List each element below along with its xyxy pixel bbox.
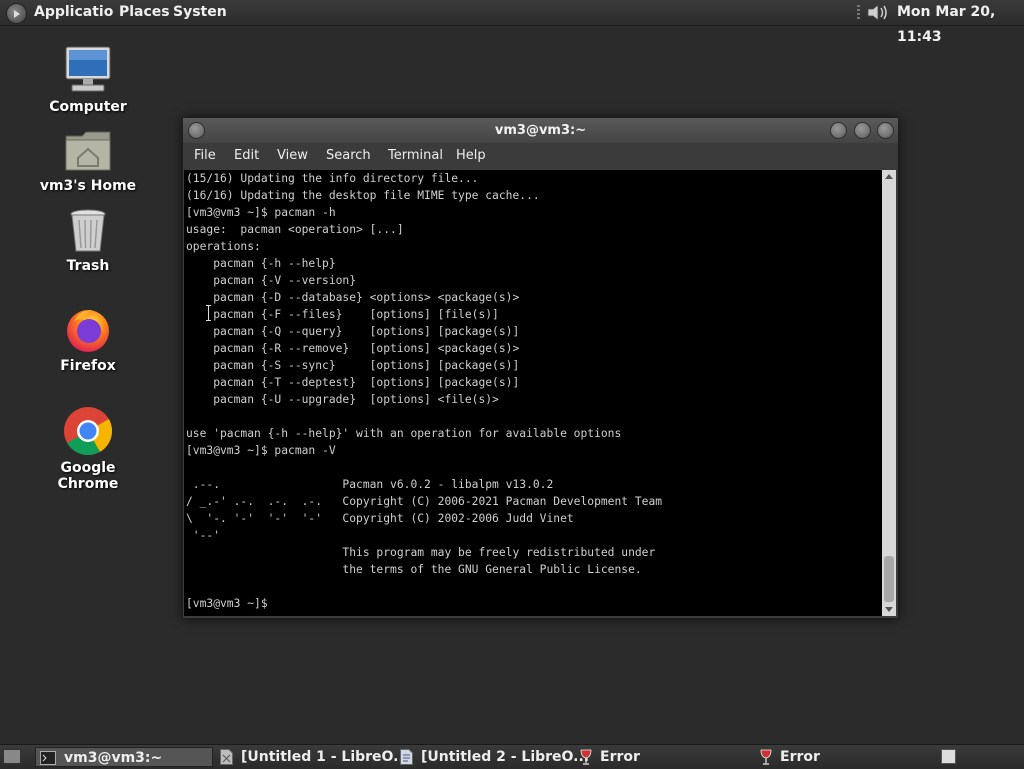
desktop-icon-chrome[interactable]: Google Chrome <box>28 406 148 492</box>
maximize-button[interactable] <box>854 122 871 139</box>
terminal-menubar: File Edit View Search Terminal Help <box>183 143 898 169</box>
applications-menu[interactable]: Applicatio <box>34 0 113 25</box>
task-libreoffice-1[interactable]: [Untitled 1 - LibreO... <box>220 747 409 767</box>
trash-icon <box>70 209 106 252</box>
task-label: [Untitled 1 - LibreO... <box>241 749 410 765</box>
desktop-icon-label: Trash <box>66 258 110 274</box>
desktop-icon-computer[interactable]: Computer <box>28 45 148 115</box>
title-bar[interactable]: vm3@vm3:~ <box>183 118 898 143</box>
menu-search[interactable]: Search <box>326 143 371 169</box>
close-button[interactable] <box>877 122 894 139</box>
task-label: [Untitled 2 - LibreO... <box>421 749 590 765</box>
menu-help[interactable]: Help <box>456 143 486 169</box>
document-icon <box>400 749 413 765</box>
applications-menu-icon[interactable] <box>6 3 27 24</box>
terminal-output[interactable]: (15/16) Updating the info directory file… <box>184 170 882 616</box>
error-glass-icon <box>580 749 592 765</box>
desktop-icon-trash[interactable]: Trash <box>28 208 148 274</box>
places-menu[interactable]: Places <box>119 0 170 25</box>
window-title: vm3@vm3:~ <box>494 123 587 138</box>
terminal-icon <box>40 751 56 765</box>
error-glass-icon <box>760 749 772 765</box>
show-desktop-icon[interactable] <box>3 749 21 764</box>
menu-edit[interactable]: Edit <box>234 143 259 169</box>
task-error-2[interactable]: Error <box>760 747 820 767</box>
document-icon <box>220 749 233 765</box>
vertical-scrollbar[interactable] <box>882 170 896 616</box>
scroll-down-arrow-icon[interactable] <box>885 607 893 612</box>
top-panel: Applicatio Places Systen Mon Mar 20, 11:… <box>0 0 1024 45</box>
system-menu[interactable]: Systen <box>173 0 227 25</box>
panel-separator <box>857 5 860 20</box>
firefox-icon <box>67 310 109 352</box>
clock[interactable]: Mon Mar 20, 11:43 <box>897 0 1024 45</box>
terminal-text: (15/16) Updating the info directory file… <box>186 172 663 610</box>
chrome-icon <box>64 407 113 456</box>
desktop-icon-firefox[interactable]: Firefox <box>28 306 148 374</box>
task-label: Error <box>780 749 820 765</box>
desktop-icon-home[interactable]: vm3's Home <box>28 128 148 194</box>
terminal-window[interactable]: vm3@vm3:~ File Edit View Search Terminal… <box>182 117 899 619</box>
menu-file[interactable]: File <box>194 143 216 169</box>
task-error-1[interactable]: Error <box>580 747 640 767</box>
task-label: vm3@vm3:~ <box>64 750 163 766</box>
task-libreoffice-2[interactable]: [Untitled 2 - LibreO... <box>400 747 589 767</box>
home-folder-icon <box>65 131 111 171</box>
computer-icon <box>65 46 111 92</box>
scroll-up-arrow-icon[interactable] <box>885 174 893 179</box>
desktop-icon-label: Firefox <box>60 358 116 374</box>
desktop-icon-label: vm3's Home <box>39 178 137 194</box>
menu-view[interactable]: View <box>277 143 308 169</box>
task-terminal[interactable]: vm3@vm3:~ <box>35 747 213 767</box>
desktop-icon-label: Computer <box>49 99 127 115</box>
workspace-switcher[interactable] <box>941 749 956 764</box>
volume-icon[interactable] <box>866 3 890 22</box>
minimize-button[interactable] <box>830 122 847 139</box>
taskbar: vm3@vm3:~ [Untitled 1 - LibreO... [Untit… <box>0 744 1024 769</box>
task-label: Error <box>600 749 640 765</box>
scrollbar-thumb[interactable] <box>884 556 894 602</box>
menu-terminal[interactable]: Terminal <box>388 143 443 169</box>
text-cursor-icon <box>206 305 212 321</box>
desktop-icon-label: Google Chrome <box>57 460 119 492</box>
